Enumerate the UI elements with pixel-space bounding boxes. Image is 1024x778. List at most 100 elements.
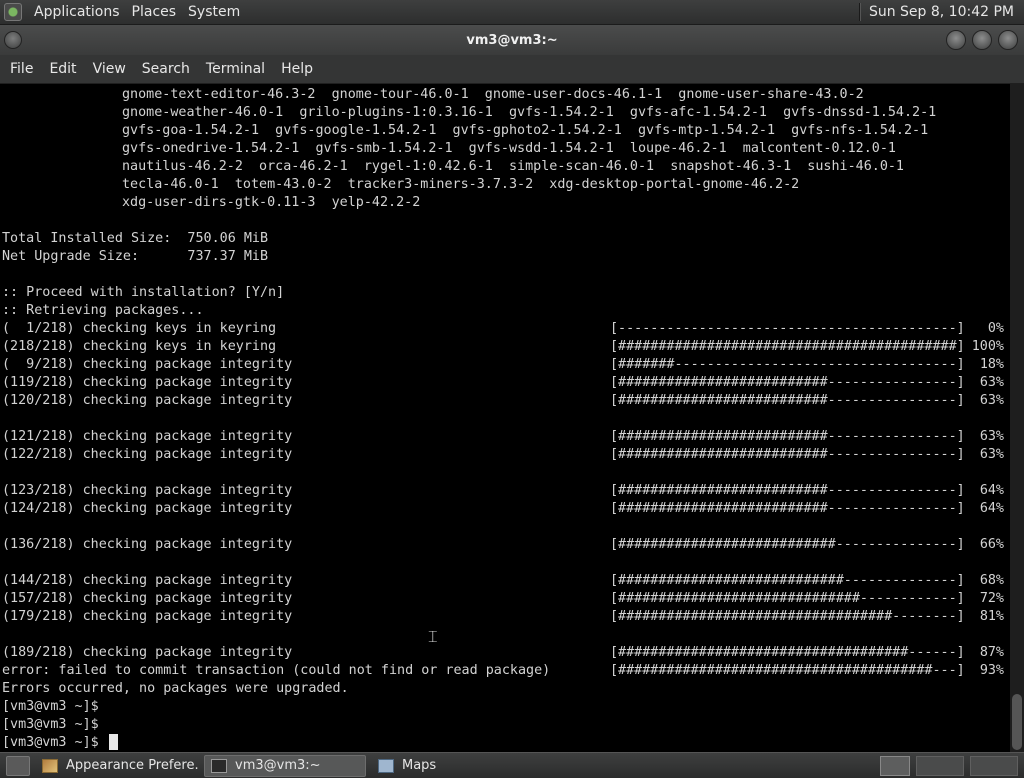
progress-percent: 64% (979, 483, 1004, 498)
progress-line: (144/218) checking package integrity [###… (0, 572, 1010, 590)
progress-text: (136/218) checking package integrity (2, 537, 293, 552)
system-menu[interactable]: System (182, 0, 246, 25)
text-cursor (108, 734, 118, 750)
task-label: Maps (402, 758, 437, 773)
progress-percent: 68% (979, 573, 1004, 588)
progress-line: (123/218) checking package integrity [###… (0, 482, 1010, 500)
progress-text: (179/218) checking package integrity (2, 609, 293, 624)
progress-text: (124/218) checking package integrity (2, 501, 293, 516)
progress-lines: ( 1/218) checking keys in keyring [------… (0, 320, 1010, 680)
progress-percent: 81% (979, 609, 1004, 624)
errors-line: Errors occurred, no packages were upgrad… (2, 681, 349, 696)
progress-text: ( 9/218) checking package integrity (2, 357, 293, 372)
progress-line: (189/218) checking package integrity [###… (0, 644, 1010, 662)
applications-logo-icon[interactable] (4, 3, 22, 21)
menu-view[interactable]: View (85, 55, 134, 84)
terminal-line: gvfs-onedrive-1.54.2-1 gvfs-smb-1.54.2-1… (0, 140, 1010, 158)
maximize-button[interactable] (972, 30, 992, 50)
progress-percent: 18% (979, 357, 1004, 372)
progress-text: error: failed to commit transaction (cou… (2, 663, 551, 678)
progress-percent: 87% (979, 645, 1004, 660)
workspace-switcher[interactable] (880, 755, 910, 776)
task-terminal[interactable]: vm3@vm3:~ (204, 754, 366, 777)
menu-terminal[interactable]: Terminal (198, 55, 273, 84)
task-maps[interactable]: Maps (372, 755, 534, 777)
menu-edit[interactable]: Edit (41, 55, 84, 84)
progress-line: ( 9/218) checking package integrity [####… (0, 356, 1010, 374)
applications-menu[interactable]: Applications (28, 0, 126, 25)
bottom-panel-right (880, 753, 1024, 778)
terminal-line: xdg-user-dirs-gtk-0.11-3 yelp-42.2-2 (0, 194, 1010, 212)
package-list-line: gvfs-onedrive-1.54.2-1 gvfs-smb-1.54.2-1… (122, 141, 896, 156)
progress-line: (119/218) checking package integrity [###… (0, 374, 1010, 392)
progress-percent: 0% (987, 321, 1004, 336)
task-label: Appearance Prefere... (66, 758, 198, 773)
scrollbar-thumb[interactable] (1012, 694, 1022, 750)
menubar: File Edit View Search Terminal Help (0, 55, 1024, 84)
terminal-line: gnome-text-editor-46.3-2 gnome-tour-46.0… (0, 86, 1010, 104)
progress-text: (123/218) checking package integrity (2, 483, 293, 498)
progress-line: (218/218) checking keys in keyring [#####… (0, 338, 1010, 356)
show-desktop-button[interactable] (6, 755, 30, 776)
progress-bar-text: [##########################-------------… (610, 447, 965, 462)
progress-text: (119/218) checking package integrity (2, 375, 293, 390)
workspace-slot[interactable] (970, 755, 1018, 776)
shell-prompt-text: [vm3@vm3 ~]$ (2, 735, 107, 750)
shell-prompt: [vm3@vm3 ~]$ (2, 699, 99, 714)
package-list-line: gnome-weather-46.0-1 grilo-plugins-1:0.3… (122, 105, 937, 120)
progress-percent: 64% (979, 501, 1004, 516)
net-upgrade-size: Net Upgrade Size: 737.37 MiB (2, 249, 269, 264)
minimize-button[interactable] (946, 30, 966, 50)
progress-bar-text: [##################################-----… (610, 609, 965, 624)
appearance-icon (42, 758, 58, 773)
progress-line: (157/218) checking package integrity [###… (0, 590, 1010, 608)
package-list-line: gnome-text-editor-46.3-2 gnome-tour-46.0… (122, 87, 864, 102)
terminal-output[interactable]: gnome-text-editor-46.3-2 gnome-tour-46.0… (0, 84, 1010, 752)
shell-prompt-active[interactable]: [vm3@vm3 ~]$ (0, 734, 1010, 752)
progress-line: (124/218) checking package integrity [###… (0, 500, 1010, 518)
progress-text: (218/218) checking keys in keyring (2, 339, 277, 354)
window-title: vm3@vm3:~ (466, 32, 558, 48)
clock[interactable]: Sun Sep 8, 10:42 PM (869, 4, 1024, 20)
window-controls (946, 30, 1018, 50)
progress-bar-text: [##########################-------------… (610, 375, 965, 390)
menu-search[interactable]: Search (134, 55, 198, 84)
retrieving-line: :: Retrieving packages... (2, 303, 204, 318)
progress-line: (121/218) checking package integrity [###… (0, 428, 1010, 446)
progress-line: error: failed to commit transaction (cou… (0, 662, 1010, 680)
terminal-line: gnome-weather-46.0-1 grilo-plugins-1:0.3… (0, 104, 1010, 122)
task-label: vm3@vm3:~ (235, 758, 321, 773)
close-button[interactable] (998, 30, 1018, 50)
progress-percent: 63% (979, 429, 1004, 444)
terminal-scrollbar[interactable] (1010, 84, 1024, 752)
progress-percent: 63% (979, 393, 1004, 408)
panel-separator (858, 3, 861, 21)
places-menu[interactable]: Places (126, 0, 183, 25)
maps-icon (378, 758, 394, 773)
task-appearance-preferences[interactable]: Appearance Prefere... (36, 755, 198, 777)
progress-bar-text: [############################-----------… (610, 573, 965, 588)
menu-help[interactable]: Help (273, 55, 321, 84)
progress-text: ( 1/218) checking keys in keyring (2, 321, 277, 336)
progress-text: (157/218) checking package integrity (2, 591, 293, 606)
progress-percent: 63% (979, 375, 1004, 390)
terminal-line: gvfs-goa-1.54.2-1 gvfs-google-1.54.2-1 g… (0, 122, 1010, 140)
package-list-line: nautilus-46.2-2 orca-46.2-1 rygel-1:0.42… (122, 159, 904, 174)
terminal-icon (211, 758, 227, 773)
bottom-panel: Appearance Prefere... vm3@vm3:~ Maps (0, 752, 1024, 778)
progress-bar-text: [#######################################… (610, 339, 965, 354)
menu-file[interactable]: File (2, 55, 41, 84)
progress-percent: 66% (979, 537, 1004, 552)
progress-bar-text: [###########################------------… (610, 537, 965, 552)
window-menu-icon[interactable] (4, 31, 22, 49)
ibeam-cursor-icon: ⌶ (428, 627, 438, 646)
terminal-line: tecla-46.0-1 totem-43.0-2 tracker3-miner… (0, 176, 1010, 194)
window-titlebar[interactable]: vm3@vm3:~ (0, 25, 1024, 55)
workspace-slot[interactable] (916, 755, 964, 776)
total-installed-size: Total Installed Size: 750.06 MiB (2, 231, 269, 246)
